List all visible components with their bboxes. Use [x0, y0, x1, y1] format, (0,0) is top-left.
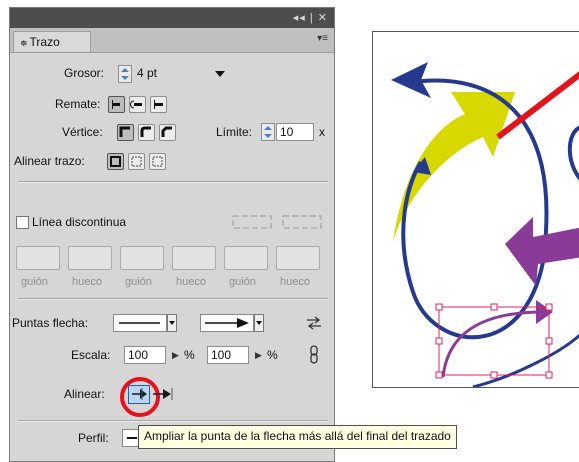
- panel-menu-icon[interactable]: ▾≡: [317, 33, 328, 44]
- blue-lower-arc: [472, 333, 579, 387]
- perfil-label: Perfil:: [78, 431, 109, 445]
- tab-trazo[interactable]: ≑ Trazo: [13, 31, 91, 52]
- dash-preset-2-icon[interactable]: [282, 215, 322, 229]
- remate-label: Remate:: [55, 97, 101, 111]
- round-cap-button[interactable]: [129, 96, 146, 113]
- escala-end-arrow-icon[interactable]: ▶: [255, 350, 262, 361]
- stroke-panel: ◂◂ | ✕ ≑ Trazo ▾≡ Grosor: 4 pt Remate: Vé…: [9, 7, 335, 462]
- swap-arrowheads-icon[interactable]: [305, 315, 323, 331]
- separator-3: [18, 420, 328, 422]
- grosor-label: Grosor:: [64, 66, 105, 80]
- escala-start-input[interactable]: 100: [124, 346, 166, 364]
- escala-start-unit: %: [184, 348, 195, 362]
- bevel-join-button[interactable]: [159, 124, 176, 141]
- dash-label-2: guión: [125, 276, 152, 288]
- align-outside-button[interactable]: [149, 153, 166, 170]
- start-arrowhead-select[interactable]: [113, 314, 167, 332]
- dash-label-1: guión: [21, 276, 48, 288]
- purple-arrow-shape: [505, 217, 579, 286]
- panel-tab-row: ≑ Trazo ▾≡: [10, 28, 334, 53]
- limite-stepper[interactable]: [261, 123, 275, 141]
- limite-suffix: x: [319, 125, 325, 139]
- gap-field-2[interactable]: [172, 246, 216, 270]
- escala-start-arrow-icon[interactable]: ▶: [172, 350, 179, 361]
- align-inside-button[interactable]: [128, 153, 145, 170]
- gap-label-2: hueco: [176, 276, 206, 288]
- puntas-flecha-label: Puntas flecha:: [12, 316, 89, 330]
- grosor-stepper[interactable]: [118, 65, 132, 83]
- panel-window-controls[interactable]: ◂◂ | ✕: [293, 11, 328, 24]
- alinear-trazo-label: Alinear trazo:: [14, 154, 85, 168]
- escala-label: Escala:: [71, 348, 111, 362]
- limite-input[interactable]: 10: [276, 123, 314, 141]
- gap-field-3[interactable]: [276, 246, 320, 270]
- end-arrowhead-select[interactable]: [200, 314, 254, 332]
- link-scale-icon[interactable]: [309, 345, 319, 365]
- tab-collapse-icon[interactable]: ≑: [20, 38, 28, 48]
- miter-join-button[interactable]: [117, 124, 134, 141]
- place-arrow-tip-button[interactable]: [151, 385, 177, 403]
- limite-label: Límite:: [216, 125, 253, 139]
- tab-label: Trazo: [29, 35, 60, 49]
- separator-1: [18, 181, 328, 183]
- grosor-dropdown-icon[interactable]: [215, 71, 225, 77]
- panel-titlebar[interactable]: ◂◂ | ✕: [10, 8, 334, 28]
- separator-2: [18, 298, 328, 300]
- vertice-label: Vértice:: [62, 125, 103, 139]
- start-arrowhead-dropdown[interactable]: [167, 314, 177, 332]
- dash-label-3: guión: [229, 276, 256, 288]
- butt-cap-button[interactable]: [108, 96, 125, 113]
- gap-field-1[interactable]: [68, 246, 112, 270]
- dash-field-2[interactable]: [120, 246, 164, 270]
- artboard: [372, 31, 579, 388]
- end-arrowhead-dropdown[interactable]: [254, 314, 264, 332]
- yellow-arrow-shape: [393, 92, 515, 242]
- escala-end-unit: %: [267, 348, 278, 362]
- dash-field-1[interactable]: [16, 246, 60, 270]
- gap-label-3: hueco: [280, 276, 310, 288]
- alinear-label: Alinear:: [64, 387, 105, 401]
- align-center-button[interactable]: [107, 153, 124, 170]
- dash-field-3[interactable]: [224, 246, 268, 270]
- grosor-value[interactable]: 4 pt: [137, 66, 157, 80]
- round-join-button[interactable]: [138, 124, 155, 141]
- dash-preset-1-icon[interactable]: [232, 215, 272, 229]
- linea-discontinua-label: Línea discontinua: [32, 215, 127, 229]
- selection-handles: [435, 303, 553, 379]
- blue-loop: [567, 125, 579, 181]
- extend-arrow-tip-button[interactable]: [128, 385, 150, 404]
- gap-label-1: hueco: [72, 276, 102, 288]
- artwork: [391, 62, 579, 387]
- square-cap-button[interactable]: [150, 96, 167, 113]
- escala-end-input[interactable]: 100: [207, 346, 249, 364]
- tooltip: Ampliar la punta de la flecha más allá d…: [138, 425, 457, 449]
- linea-discontinua-checkbox[interactable]: [16, 216, 29, 229]
